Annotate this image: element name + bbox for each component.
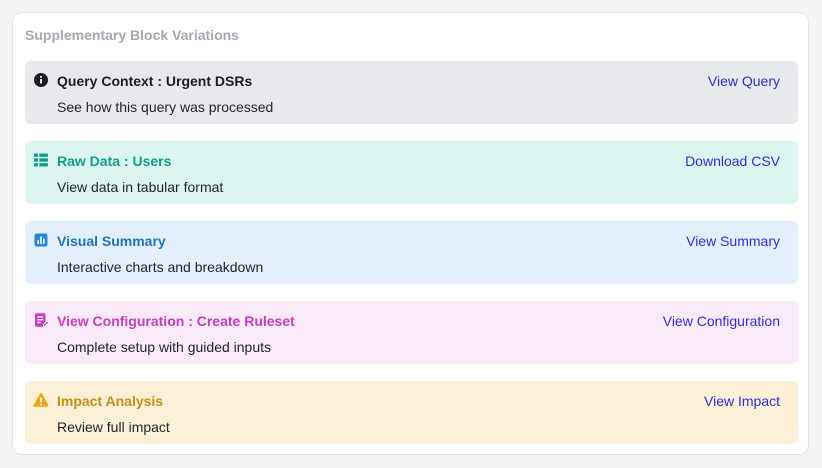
block-title: Impact Analysis (57, 393, 164, 409)
info-icon (33, 72, 49, 88)
block-title: Query Context : Urgent DSRs (57, 73, 253, 89)
block-title: View Configuration : Create Ruleset (57, 313, 295, 329)
section-title: Supplementary Block Variations (25, 27, 239, 43)
impact-analysis-block: Impact Analysis Review full impact View … (25, 381, 798, 444)
block-description: See how this query was processed (57, 99, 274, 115)
clipboard-edit-icon (33, 312, 49, 328)
block-title: Visual Summary (57, 233, 166, 249)
view-impact-link[interactable]: View Impact (704, 393, 780, 409)
block-description: Review full impact (57, 419, 170, 435)
bar-chart-icon (33, 232, 49, 248)
download-csv-link[interactable]: Download CSV (685, 153, 780, 169)
block-title: Raw Data : Users (57, 153, 172, 169)
view-configuration-link[interactable]: View Configuration (663, 313, 780, 329)
query-context-block: Query Context : Urgent DSRs See how this… (25, 61, 798, 124)
block-description: Interactive charts and breakdown (57, 259, 264, 275)
view-query-link[interactable]: View Query (708, 73, 780, 89)
warning-triangle-icon (33, 392, 49, 408)
block-description: View data in tabular format (57, 179, 224, 195)
view-summary-link[interactable]: View Summary (686, 233, 780, 249)
block-description: Complete setup with guided inputs (57, 339, 272, 355)
view-configuration-block: View Configuration : Create Ruleset Comp… (25, 301, 798, 364)
supplementary-panel: Supplementary Block Variations Query Con… (12, 12, 809, 455)
table-grid-icon (33, 152, 49, 168)
visual-summary-block: Visual Summary Interactive charts and br… (25, 221, 798, 284)
raw-data-block: Raw Data : Users View data in tabular fo… (25, 141, 798, 204)
